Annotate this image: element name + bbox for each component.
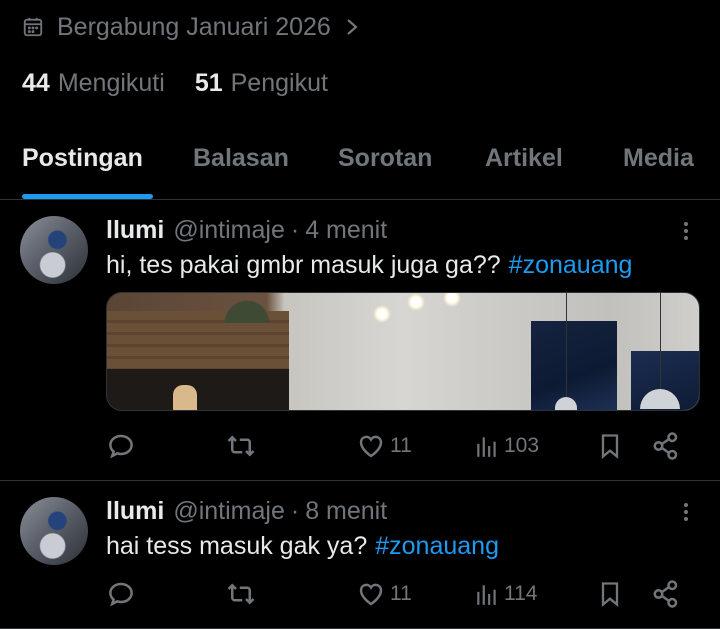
like-count: 11 <box>390 434 412 457</box>
views-icon <box>477 585 496 605</box>
image-detail-light <box>407 293 425 311</box>
follow-stats: 44 Mengikuti 51 Pengikut <box>22 66 328 100</box>
profile-tabs: Postingan Balasan Sorotan Artikel Media <box>0 136 720 200</box>
followers-link[interactable]: 51 Pengikut <box>195 69 328 98</box>
separator: · <box>290 496 300 525</box>
post-actions: 11 114 <box>106 577 700 611</box>
retweet-button[interactable] <box>226 577 256 611</box>
author-handle[interactable]: @intimaje <box>173 497 285 526</box>
reply-icon <box>109 434 133 459</box>
more-icon[interactable] <box>675 220 697 242</box>
tab-artikel[interactable]: Artikel <box>485 144 563 173</box>
tab-media[interactable]: Media <box>623 144 694 173</box>
retweet-button[interactable] <box>226 429 256 463</box>
joined-text: Bergabung Januari 2026 <box>57 12 331 41</box>
tab-balasan[interactable]: Balasan <box>193 144 289 173</box>
like-icon <box>359 435 383 458</box>
bookmark-icon <box>601 434 619 459</box>
share-button[interactable] <box>651 429 681 463</box>
post-body: hi, tes pakai gmbr masuk juga ga?? <box>106 250 501 279</box>
share-icon <box>653 432 678 460</box>
bookmark-button[interactable] <box>596 429 624 463</box>
post-time[interactable]: 8 menit <box>305 497 387 526</box>
following-label: Mengikuti <box>57 68 165 97</box>
reply-button[interactable] <box>106 429 136 463</box>
retweet-icon <box>227 583 255 605</box>
retweet-icon <box>227 435 255 457</box>
image-detail-light <box>373 305 391 323</box>
image-detail-artwork <box>531 321 617 410</box>
like-button[interactable]: 11 <box>356 577 412 611</box>
followers-count: 51 <box>194 68 223 97</box>
author-name[interactable]: llumi <box>106 497 164 526</box>
bookmark-icon <box>601 582 619 607</box>
post-time[interactable]: 4 menit <box>305 216 387 245</box>
image-detail-cord <box>566 293 567 397</box>
avatar[interactable] <box>20 216 88 284</box>
views-count: 103 <box>504 434 540 457</box>
image-detail-shelf <box>107 369 289 410</box>
image-detail-plant <box>217 293 277 323</box>
more-icon[interactable] <box>675 501 697 523</box>
post-image[interactable] <box>106 292 700 411</box>
like-count: 11 <box>390 582 412 605</box>
post-text: hi, tes pakai gmbr masuk juga ga?? #zona… <box>106 248 632 282</box>
avatar[interactable] <box>20 497 88 565</box>
following-count: 44 <box>22 68 50 97</box>
reply-icon <box>109 582 133 607</box>
like-icon <box>359 583 383 606</box>
views-button[interactable]: 103 <box>474 429 539 463</box>
calendar-icon <box>23 17 43 37</box>
following-link[interactable]: 44 Mengikuti <box>22 69 165 98</box>
share-icon <box>653 580 678 608</box>
author-handle[interactable]: @intimaje <box>173 216 285 245</box>
post[interactable]: llumi @intimaje · 8 menit hai tess masuk… <box>0 481 720 629</box>
views-icon <box>477 437 496 457</box>
separator: · <box>290 215 300 244</box>
views-count: 114 <box>504 582 538 605</box>
post-header: llumi @intimaje · 4 menit <box>106 214 387 246</box>
image-detail-light <box>443 293 461 307</box>
hashtag-link[interactable]: #zonauang <box>375 532 499 561</box>
image-detail-figure <box>173 385 197 410</box>
like-button[interactable]: 11 <box>356 429 412 463</box>
post-actions: 11 103 <box>106 429 700 463</box>
share-button[interactable] <box>651 577 681 611</box>
bookmark-button[interactable] <box>596 577 624 611</box>
tab-sorotan[interactable]: Sorotan <box>338 144 432 173</box>
followers-label: Pengikut <box>230 68 328 97</box>
hashtag-link[interactable]: #zonauang <box>509 251 633 280</box>
image-detail-cord <box>660 293 661 389</box>
post-header: llumi @intimaje · 8 menit <box>106 495 387 527</box>
joined-date[interactable]: Bergabung Januari 2026 <box>22 10 372 44</box>
chevron-right-icon <box>347 19 358 35</box>
views-button[interactable]: 114 <box>474 577 537 611</box>
post[interactable]: llumi @intimaje · 4 menit hi, tes pakai … <box>0 200 720 481</box>
post-text: hai tess masuk gak ya? #zonauang <box>106 529 499 563</box>
tab-postingan[interactable]: Postingan <box>22 144 143 173</box>
active-tab-indicator <box>22 194 153 199</box>
post-body: hai tess masuk gak ya? <box>106 531 368 560</box>
author-name[interactable]: llumi <box>106 216 164 245</box>
reply-button[interactable] <box>106 577 136 611</box>
